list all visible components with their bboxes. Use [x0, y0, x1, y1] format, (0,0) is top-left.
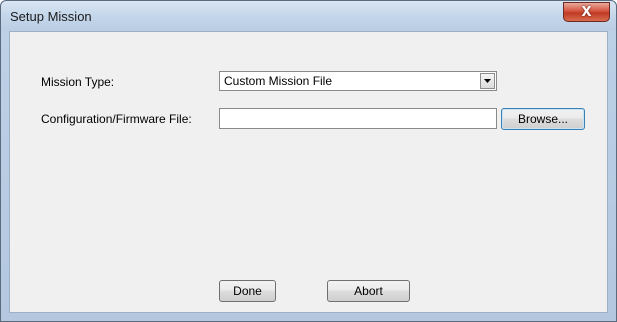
mission-type-dropdown[interactable]: Custom Mission File: [219, 71, 497, 91]
config-file-input[interactable]: [219, 108, 497, 129]
setup-mission-dialog: Setup Mission X Mission Type: Custom Mis…: [0, 0, 617, 322]
mission-type-value: Custom Mission File: [224, 74, 333, 88]
config-file-label: Configuration/Firmware File:: [41, 112, 192, 126]
mission-type-label: Mission Type:: [41, 75, 115, 89]
close-icon: X: [581, 4, 592, 20]
done-button[interactable]: Done: [219, 280, 276, 302]
browse-button[interactable]: Browse...: [501, 108, 585, 130]
browse-button-label: Browse...: [517, 112, 568, 126]
title-bar[interactable]: Setup Mission X: [1, 1, 616, 31]
abort-button-label: Abort: [354, 284, 383, 298]
dialog-body: Mission Type: Custom Mission File Config…: [9, 31, 608, 313]
window-title: Setup Mission: [10, 9, 92, 24]
abort-button[interactable]: Abort: [327, 280, 410, 302]
chevron-down-icon[interactable]: [480, 73, 495, 89]
close-button[interactable]: X: [563, 2, 610, 22]
done-button-label: Done: [233, 284, 262, 298]
